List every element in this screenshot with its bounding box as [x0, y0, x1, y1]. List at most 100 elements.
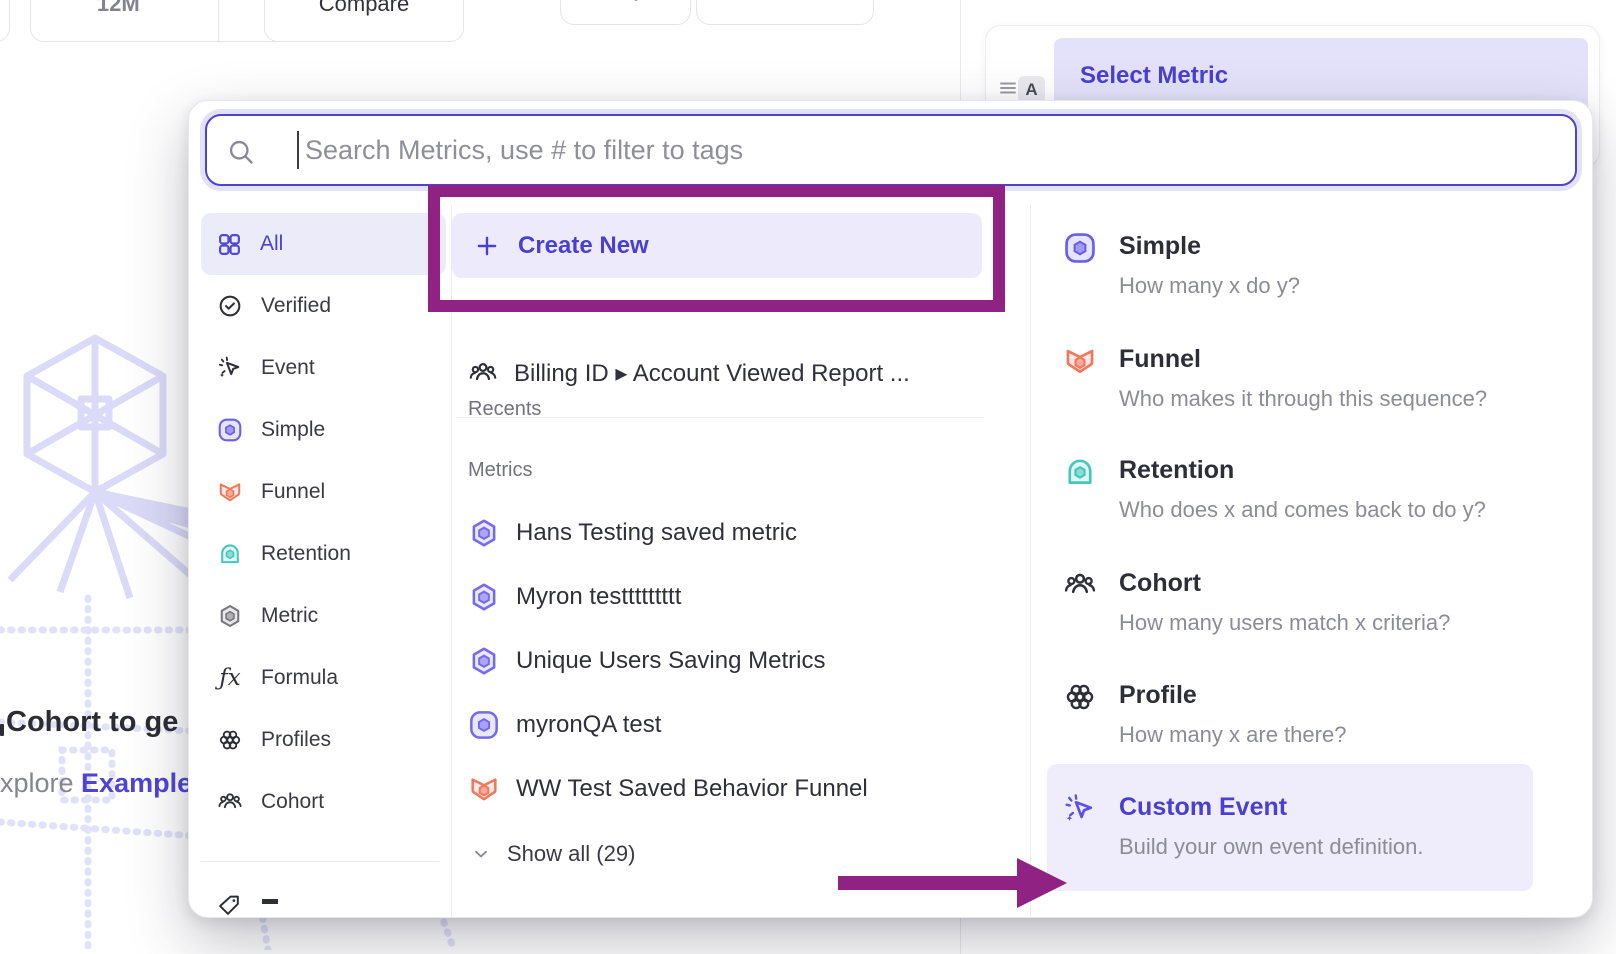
- sidebar-item-label: Metric: [261, 604, 318, 628]
- sidebar-item-label: Event: [261, 356, 315, 380]
- option-custom-event[interactable]: Custom Event Build your own event defini…: [1063, 792, 1424, 860]
- drag-handle-icon[interactable]: [996, 76, 1020, 100]
- recent-item[interactable]: Billing ID ▸ Account Viewed Report ...: [468, 353, 910, 393]
- cohort-people-icon: [468, 358, 498, 388]
- metric-item-label: myronQA test: [516, 711, 661, 739]
- option-funnel[interactable]: Funnel Who makes it through this sequenc…: [1063, 344, 1487, 412]
- plus-icon: [474, 233, 500, 259]
- verified-badge-icon: [217, 293, 243, 319]
- simple-icon: [468, 709, 500, 741]
- chevron-down-icon: [471, 844, 491, 864]
- show-all-label: Show all (29): [507, 841, 635, 867]
- metric-hexagon-icon: [468, 645, 500, 677]
- option-title: Cohort: [1119, 568, 1450, 598]
- sidebar-item-verified[interactable]: Verified: [201, 275, 446, 337]
- metric-hexagon-icon: [468, 581, 500, 613]
- granularity-day-button[interactable]: Day: [560, 0, 691, 25]
- line-label: Line: [783, 0, 825, 2]
- empty-state-heading: Cohort to ge: [6, 706, 178, 739]
- metric-list-item[interactable]: Myron testtttttttt: [468, 577, 681, 617]
- range-12m-button[interactable]: 12M: [31, 0, 206, 41]
- sidebar-item-metric[interactable]: Metric: [201, 585, 446, 647]
- option-desc: Build your own event definition.: [1119, 834, 1424, 860]
- sidebar-item-cohort[interactable]: Cohort: [201, 771, 446, 833]
- show-all-button[interactable]: Show all (29): [471, 841, 635, 867]
- sidebar-item-profiles[interactable]: Profiles: [201, 709, 446, 771]
- retention-icon: [1063, 455, 1097, 489]
- option-retention[interactable]: Retention Who does x and comes back to d…: [1063, 455, 1486, 523]
- recents-divider: [456, 417, 983, 418]
- sidebar-item-funnel[interactable]: Funnel: [201, 461, 446, 523]
- sidebar-item-label: Simple: [261, 418, 325, 442]
- create-new-label: Create New: [518, 232, 649, 260]
- create-new-button[interactable]: Create New: [452, 213, 982, 278]
- profiles-flower-icon: [217, 727, 243, 753]
- sidebar-item-label: Cohort: [261, 790, 324, 814]
- option-simple[interactable]: Simple How many x do y?: [1063, 231, 1300, 299]
- sidebar-item-label: Retention: [261, 542, 351, 566]
- empty-state-text: xplore Example: [0, 768, 192, 799]
- sidebar-item-event[interactable]: Event: [201, 337, 446, 399]
- option-cohort[interactable]: Cohort How many users match x criteria?: [1063, 568, 1450, 636]
- option-title: Custom Event: [1119, 792, 1424, 822]
- tag-icon: [217, 893, 242, 918]
- sidebar-item-clipped[interactable]: [217, 893, 278, 918]
- clipped-item-text: [262, 899, 278, 904]
- option-desc: Who makes it through this sequence?: [1119, 386, 1487, 412]
- metric-hexagon-icon: [217, 603, 243, 629]
- series-badge: A: [1018, 76, 1045, 103]
- profiles-flower-icon: [1063, 680, 1097, 714]
- option-title: Funnel: [1119, 344, 1487, 374]
- cohort-people-icon: [1063, 568, 1097, 602]
- clipped-left-button[interactable]: [0, 0, 10, 42]
- sidebar-item-label: Verified: [261, 294, 331, 318]
- select-metric-label: Select Metric: [1080, 62, 1228, 90]
- metrics-section-label: Metrics: [468, 459, 532, 482]
- option-profile[interactable]: Profile How many x are there?: [1063, 680, 1346, 748]
- funnel-icon: [217, 479, 243, 505]
- compare-button[interactable]: Compare: [264, 0, 464, 42]
- funnel-icon: [1063, 344, 1097, 378]
- sidebar-item-label: Funnel: [261, 480, 325, 504]
- custom-event-cursor-icon: [1063, 792, 1097, 826]
- metric-hexagon-icon: [468, 517, 500, 549]
- link-prefix: xplore: [0, 768, 81, 798]
- funnel-icon: [468, 773, 500, 805]
- chart-type-line-button[interactable]: Line: [696, 0, 874, 25]
- grid-icon: [217, 232, 242, 257]
- metric-list-item[interactable]: Hans Testing saved metric: [468, 513, 797, 553]
- sidebar-item-all[interactable]: All: [201, 213, 446, 275]
- example-link[interactable]: Example: [81, 768, 192, 798]
- sidebar-item-formula[interactable]: ƒx Formula: [201, 647, 446, 709]
- option-title: Simple: [1119, 231, 1300, 261]
- option-title: Retention: [1119, 455, 1486, 485]
- metric-select-screen: 12M YTD Compare Day Line Cohort to ge: [0, 0, 1616, 954]
- middle-divider: [1030, 205, 1031, 917]
- retention-icon: [217, 541, 243, 567]
- search-input[interactable]: [303, 120, 1547, 180]
- sidebar-section-divider: [201, 861, 439, 862]
- text-cursor: [297, 131, 299, 169]
- compare-label: Compare: [319, 0, 409, 17]
- sidebar-item-simple[interactable]: Simple: [201, 399, 446, 461]
- option-desc: How many x do y?: [1119, 273, 1300, 299]
- metric-list-item[interactable]: myronQA test: [468, 705, 661, 745]
- option-desc: Who does x and comes back to do y?: [1119, 497, 1486, 523]
- option-desc: How many x are there?: [1119, 722, 1346, 748]
- day-label: Day: [606, 0, 645, 2]
- simple-icon: [1063, 231, 1097, 265]
- metric-item-label: Myron testtttttttt: [516, 583, 681, 611]
- sidebar-item-label: Profiles: [261, 728, 331, 752]
- search-box: [205, 114, 1577, 186]
- metric-list-item[interactable]: WW Test Saved Behavior Funnel: [468, 769, 868, 809]
- range-12m-label: 12M: [97, 0, 140, 17]
- metric-item-label: WW Test Saved Behavior Funnel: [516, 775, 868, 803]
- search-icon: [227, 138, 255, 166]
- metric-item-label: Unique Users Saving Metrics: [516, 647, 825, 675]
- clipped-heading-fragment: [0, 724, 4, 736]
- metric-list-item[interactable]: Unique Users Saving Metrics: [468, 641, 825, 681]
- sidebar-item-retention[interactable]: Retention: [201, 523, 446, 585]
- option-title: Profile: [1119, 680, 1346, 710]
- option-desc: How many users match x criteria?: [1119, 610, 1450, 636]
- sidebar-divider: [451, 205, 452, 917]
